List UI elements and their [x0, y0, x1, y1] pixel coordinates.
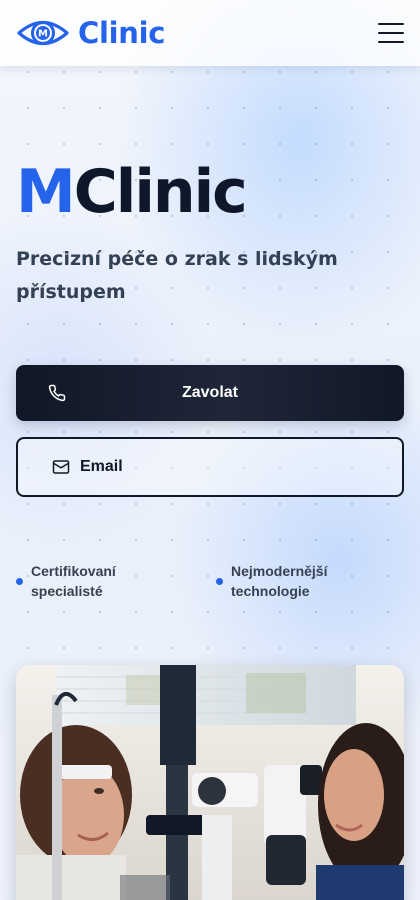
eye-exam-photo [16, 665, 404, 900]
phone-icon [48, 384, 66, 402]
feature-label: Certifikovaní specialisté [31, 563, 116, 599]
brand-name: Clinic [78, 16, 166, 50]
envelope-icon [52, 460, 70, 474]
eye-exam-illustration [16, 665, 404, 900]
hamburger-menu-button[interactable] [378, 23, 404, 43]
email-button-label: Email [80, 458, 123, 475]
top-navbar: M Clinic [0, 0, 420, 66]
hero-title-accent: M [16, 157, 76, 227]
eye-logo-icon: M [17, 20, 69, 46]
logo-letter: M [38, 29, 48, 40]
bullet-dot-icon [16, 577, 23, 585]
feature-item-specialists: Certifikovaní specialisté [16, 561, 161, 601]
email-button[interactable]: Email [16, 437, 404, 497]
bullet-dot-icon [216, 577, 223, 585]
hero-title: MClinic [16, 157, 248, 227]
call-button[interactable]: Zavolat [16, 365, 404, 421]
feature-label: Nejmodernější technologie [231, 563, 328, 599]
logo[interactable]: M Clinic [16, 16, 165, 50]
hamburger-menu-icon [378, 23, 404, 25]
call-button-label: Zavolat [181, 384, 238, 401]
hero-subtitle: Precizní péče o zrak s lidským přístupem [16, 248, 338, 303]
hero-title-rest: Clinic [73, 157, 248, 227]
feature-item-technology: Nejmodernější technologie [216, 561, 361, 601]
